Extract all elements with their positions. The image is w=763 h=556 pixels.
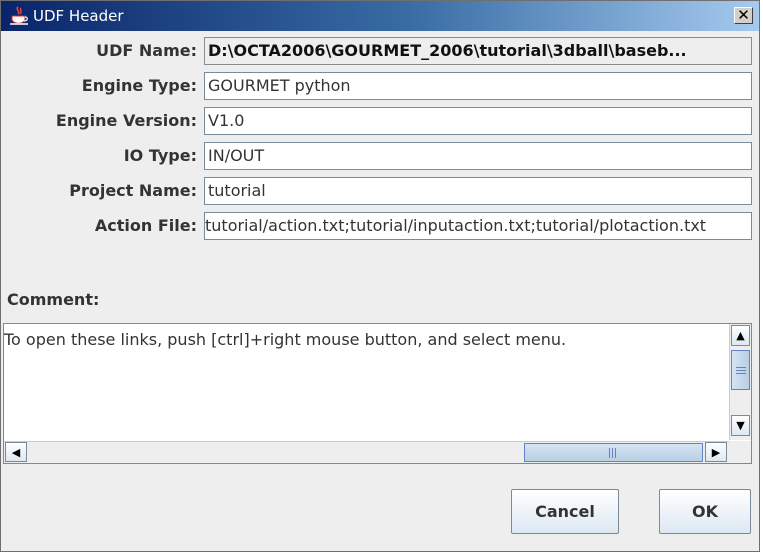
project-name-label: Project Name:	[69, 181, 197, 200]
scroll-up-button[interactable]: ▲	[731, 325, 750, 346]
udf-header-dialog: UDF Header ✕ UDF Name: D:\OCTA2006\GOURM…	[0, 0, 760, 552]
io-type-row: IO Type: IN/OUT	[1, 141, 759, 171]
horizontal-scrollbar[interactable]: ◀ ▶	[4, 441, 729, 463]
java-coffee-cup-icon	[10, 6, 28, 25]
udf-name-field: D:\OCTA2006\GOURMET_2006\tutorial\3dball…	[204, 37, 752, 65]
ok-button[interactable]: OK	[659, 489, 751, 534]
udf-name-label: UDF Name:	[96, 41, 197, 60]
engine-version-label: Engine Version:	[55, 111, 197, 130]
engine-version-row: Engine Version: V1.0	[1, 106, 759, 136]
action-file-field[interactable]: tutorial/action.txt;tutorial/inputaction…	[204, 212, 752, 240]
io-type-field[interactable]: IN/OUT	[204, 142, 752, 170]
arrow-right-icon: ▶	[711, 446, 721, 459]
scroll-right-button[interactable]: ▶	[705, 442, 727, 462]
arrow-up-icon: ▲	[736, 329, 745, 342]
close-icon: ✕	[737, 6, 750, 24]
window-title: UDF Header	[33, 7, 124, 25]
action-file-label: Action File:	[94, 216, 197, 235]
scrollbar-corner	[729, 441, 751, 463]
udf-name-row: UDF Name: D:\OCTA2006\GOURMET_2006\tutor…	[1, 36, 759, 66]
comment-label: Comment:	[7, 290, 100, 309]
comment-text: To open these links, push [ctrl]+right m…	[4, 330, 728, 349]
project-name-field[interactable]: tutorial	[204, 177, 752, 205]
title-bar[interactable]: UDF Header ✕	[1, 1, 759, 31]
comment-value: To open these links, push [ctrl]+right m…	[4, 330, 567, 349]
close-button[interactable]: ✕	[734, 7, 753, 24]
cancel-button[interactable]: Cancel	[511, 489, 619, 534]
project-name-row: Project Name: tutorial	[1, 176, 759, 206]
vertical-scrollbar[interactable]: ▲ ▼	[729, 324, 751, 440]
engine-type-label: Engine Type:	[81, 76, 197, 95]
action-file-row: Action File: tutorial/action.txt;tutoria…	[1, 211, 759, 241]
engine-type-field[interactable]: GOURMET python	[204, 72, 752, 100]
scroll-down-button[interactable]: ▼	[731, 415, 750, 436]
arrow-left-icon: ◀	[11, 446, 21, 459]
engine-version-field[interactable]: V1.0	[204, 107, 752, 135]
action-file-value: tutorial/action.txt;tutorial/inputaction…	[205, 216, 707, 235]
vertical-scroll-thumb[interactable]	[731, 350, 750, 390]
engine-type-row: Engine Type: GOURMET python	[1, 71, 759, 101]
horizontal-scroll-thumb[interactable]	[524, 443, 703, 462]
scroll-left-button[interactable]: ◀	[5, 442, 27, 462]
io-type-label: IO Type:	[123, 146, 197, 165]
arrow-down-icon: ▼	[736, 419, 745, 432]
comment-textarea[interactable]: To open these links, push [ctrl]+right m…	[3, 323, 752, 464]
